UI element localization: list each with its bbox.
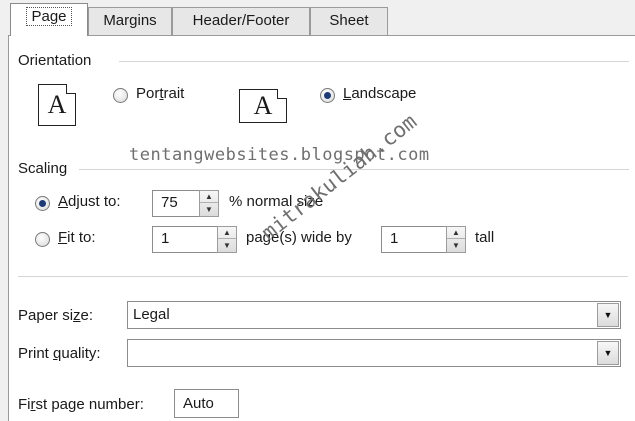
fit-tall-input[interactable]: 1 [381,226,447,253]
fit-wide-input[interactable]: 1 [152,226,218,253]
first-page-number-input[interactable]: Auto [174,389,239,418]
portrait-radio[interactable] [113,88,128,103]
first-page-number-label: First page number: [18,396,144,413]
spin-up-arrow-icon[interactable]: ▲ [447,227,465,239]
tab-page[interactable]: Page [10,3,88,36]
landscape-page-icon: A [239,89,287,123]
adjust-to-suffix: djust to: [68,193,121,210]
fit-to-radio[interactable] [35,232,50,247]
fit-tall-label: tall [475,229,495,246]
print-quality-suffix: uality: [61,345,101,362]
adjust-to-radio[interactable] [35,196,50,211]
page-setup-panel: Orientation A Portrait A Landscape Scali… [8,35,635,421]
paper-size-select[interactable]: Legal ▼ [127,301,621,329]
portrait-page-icon: A [38,84,76,126]
print-quality-prefix: Print [18,345,54,362]
watermark-blogspot: tentangwebsites.blogspot.com [129,145,430,165]
watermark-mitrakuliah: mitrakuliah.com [257,109,422,245]
portrait-label-prefix: Por [136,85,160,102]
scaling-divider [79,169,629,170]
orientation-group-label: Orientation [18,52,92,69]
landscape-glyph: A [253,91,273,120]
tab-header-footer-label: Header/Footer [192,12,290,29]
paper-size-prefix: Paper si [18,307,74,324]
tab-page-label: Page [26,7,72,26]
spin-down-arrow-icon[interactable]: ▼ [447,240,465,252]
tab-margins-label: Margins [103,12,157,29]
fit-to-label[interactable]: Fit to: [58,229,96,246]
paper-divider [18,276,628,277]
landscape-label[interactable]: Landscape [343,85,416,102]
fit-wide-label: page(s) wide by [246,229,352,246]
tab-header-footer[interactable]: Header/Footer [172,7,310,35]
scaling-group-label: Scaling [18,160,68,177]
print-quality-label: Print quality: [18,345,101,362]
portrait-label[interactable]: Portrait [136,85,184,102]
fit-wide-spinner[interactable]: ▲ ▼ [217,226,237,253]
landscape-label-suffix: andscape [351,85,417,102]
adjust-to-spinner[interactable]: ▲ ▼ [199,190,219,217]
tab-sheet-label: Sheet [329,12,369,29]
first-page-suffix: st page number: [35,396,144,413]
tab-strip: Page Margins Header/Footer Sheet [0,0,635,36]
adjust-to-unit: % normal size [229,193,324,210]
print-quality-dropdown-arrow-icon[interactable]: ▼ [597,341,619,365]
adjust-to-accelerator: A [58,193,69,210]
orientation-divider [119,61,629,62]
portrait-glyph: A [47,90,67,119]
print-quality-select[interactable]: ▼ [127,339,621,367]
tab-margins[interactable]: Margins [88,7,172,35]
paper-size-value: Legal [133,306,170,323]
landscape-radio[interactable] [320,88,335,103]
spin-down-arrow-icon[interactable]: ▼ [218,240,236,252]
fit-to-suffix: it to: [67,229,96,246]
portrait-label-suffix: rait [163,85,185,102]
paper-size-accelerator: z [73,307,81,324]
spin-down-arrow-icon[interactable]: ▼ [200,204,218,216]
first-page-prefix: Fi [18,396,31,413]
fit-tall-spinner[interactable]: ▲ ▼ [446,226,466,253]
adjust-to-input[interactable]: 75 [152,190,200,217]
spin-up-arrow-icon[interactable]: ▲ [218,227,236,239]
tab-sheet[interactable]: Sheet [310,7,388,35]
fit-to-accelerator: F [58,229,68,246]
paper-size-suffix: e: [80,307,94,324]
spin-up-arrow-icon[interactable]: ▲ [200,191,218,203]
adjust-to-label[interactable]: Adjust to: [58,193,121,210]
paper-size-label: Paper size: [18,307,93,324]
paper-size-dropdown-arrow-icon[interactable]: ▼ [597,303,619,327]
